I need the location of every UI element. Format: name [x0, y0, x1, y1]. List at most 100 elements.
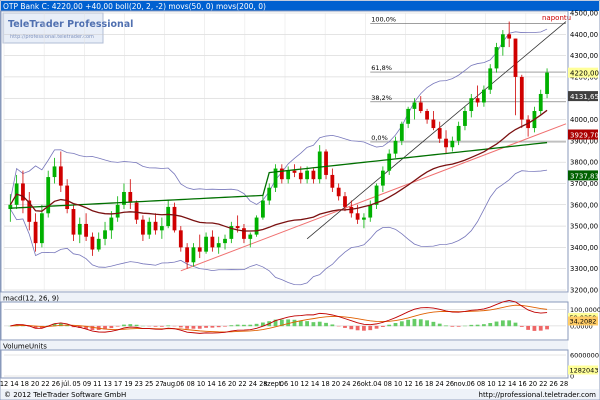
macd-histogram-bar	[418, 319, 423, 327]
x-tick-label: 22	[238, 380, 246, 388]
x-tick-label: 09	[83, 380, 91, 388]
candle-body	[545, 72, 549, 94]
macd-histogram-bar	[159, 325, 164, 327]
x-tick-label: 26	[352, 380, 360, 388]
x-tick-label: 18	[425, 380, 433, 388]
x-tick-label: 26	[52, 380, 60, 388]
x-tick-label: 08	[384, 380, 392, 388]
y-tick-label: 4000,00	[570, 116, 598, 124]
candle-body	[317, 151, 322, 180]
macd-histogram-bar	[500, 320, 505, 327]
candle-body	[437, 128, 442, 139]
y-tick-label: 3300,00	[570, 265, 598, 273]
x-tick-label: 14	[508, 380, 516, 388]
date-axis: 12 14 18 20 22 26 júl. 05 09 11 13 17 19 23 25 27aug.06…	[0, 380, 568, 388]
candle-body	[305, 170, 309, 180]
x-tick-label: nov.	[453, 380, 467, 388]
candle-body	[343, 196, 347, 207]
macd-title: macd(12, 26, 9)	[3, 295, 59, 303]
candle-body	[311, 170, 316, 180]
x-tick-label: 20	[332, 380, 340, 388]
candle-body	[324, 151, 328, 175]
candle-body	[103, 230, 107, 239]
x-tick-label: 04	[373, 380, 381, 388]
x-tick-label: 20	[228, 380, 236, 388]
candle-body	[254, 217, 259, 235]
candle-body	[96, 238, 101, 250]
macd-histogram-bar	[538, 325, 543, 331]
candle-body	[519, 76, 524, 120]
candle-body	[147, 221, 152, 235]
macd-histogram-bar	[134, 324, 139, 327]
x-tick-label: okt.	[361, 380, 374, 388]
candle-body	[355, 213, 360, 220]
macd-histogram-bar	[425, 320, 429, 327]
macd-histogram-bar	[185, 325, 190, 329]
macd-histogram-bar	[545, 325, 549, 330]
y-tick-label: 3200,00	[570, 287, 598, 295]
logo-url: http://professional.teletrader.com	[10, 34, 94, 40]
macd-histogram-bar	[210, 325, 215, 328]
x-tick-label: 16	[518, 380, 526, 388]
fib-label: 100,0%	[371, 16, 396, 24]
candle-body	[216, 243, 221, 248]
x-tick-label: 11	[93, 380, 101, 388]
macd-histogram-bar	[109, 325, 114, 329]
macd-histogram-bar	[298, 320, 303, 327]
y-tick-label: 3700,00	[570, 180, 598, 188]
macd-histogram-bar	[286, 319, 291, 327]
candle-body	[204, 236, 208, 252]
candle-body	[349, 206, 354, 214]
macd-histogram-bar	[399, 321, 404, 327]
x-tick-label: 22	[41, 380, 49, 388]
macd-histogram-bar	[494, 321, 499, 327]
candle-body	[172, 206, 177, 231]
candle-body	[235, 226, 240, 229]
x-tick-label: 20	[529, 380, 537, 388]
candle-body	[242, 228, 246, 239]
candle-body	[336, 187, 341, 197]
candle-body	[387, 153, 392, 171]
x-tick-label: 12	[498, 380, 506, 388]
macd-histogram-bar	[450, 325, 455, 327]
x-tick-label: 17	[114, 380, 122, 388]
macd-histogram-bar	[507, 320, 512, 327]
y-tick-label: 3400,00	[570, 244, 598, 252]
x-tick-label: 10	[197, 380, 205, 388]
macd-histogram-bar	[128, 324, 133, 327]
candle-body	[469, 98, 474, 112]
x-tick-label: 25	[145, 380, 153, 388]
candle-body	[513, 38, 518, 77]
candle-body	[450, 140, 455, 148]
fib-label: 38,2%	[371, 94, 392, 102]
macd-histogram-bar	[380, 325, 385, 327]
macd-histogram-bar	[229, 325, 234, 327]
volume-title: VolumeUnits	[3, 343, 47, 351]
macd-histogram-bar	[324, 322, 328, 327]
x-tick-label: 06	[176, 380, 184, 388]
macd-histogram-bar	[153, 325, 158, 327]
period-label: napontu	[542, 14, 571, 22]
y-tick-label: 3600,00	[570, 201, 598, 209]
x-tick-label: 14	[207, 380, 215, 388]
candle-body	[71, 209, 76, 235]
candle-body	[159, 226, 164, 231]
candle-body	[166, 206, 171, 227]
candle-body	[267, 187, 272, 201]
candle-body	[223, 238, 227, 244]
macd-histogram-bar	[526, 325, 531, 330]
candle-body	[134, 202, 139, 220]
x-tick-label: 18	[321, 380, 329, 388]
candle-body	[444, 138, 448, 148]
macd-histogram-bar	[355, 325, 360, 331]
y-tick-label: 4500,00	[570, 10, 598, 18]
candle-body	[406, 108, 411, 124]
candle-body	[418, 102, 423, 112]
candle-body	[431, 119, 436, 129]
candle-body	[330, 174, 335, 188]
macd-title-bar	[1, 293, 568, 302]
macd-histogram-bar	[166, 325, 171, 327]
copyright-text: © 2012 TeleTrader Software GmbH	[4, 391, 126, 399]
macd-histogram-bar	[191, 325, 196, 329]
macd-histogram-bar	[431, 321, 436, 327]
